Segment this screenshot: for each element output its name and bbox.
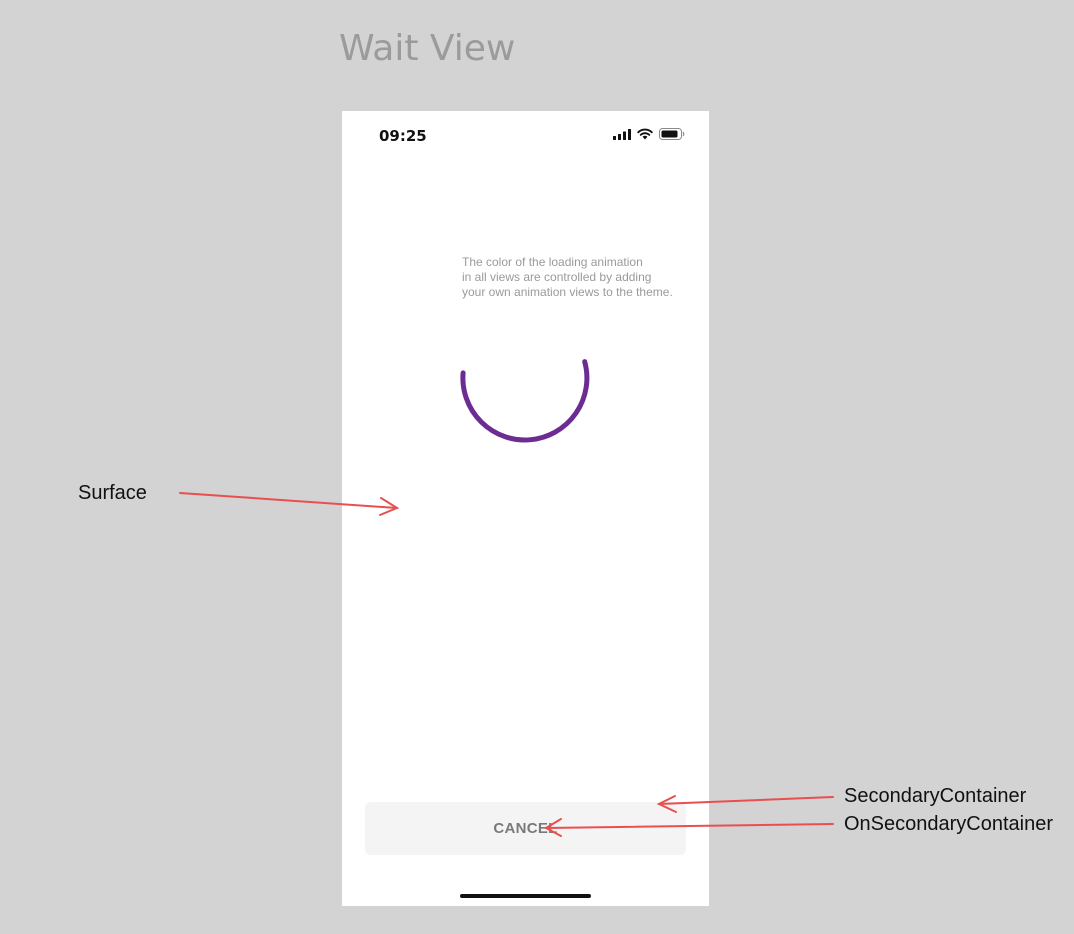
surface-arrow	[179, 492, 400, 516]
annotation-arrows	[179, 492, 834, 837]
on-secondary-container-arrow	[543, 818, 834, 837]
secondary-container-arrow	[656, 795, 834, 813]
